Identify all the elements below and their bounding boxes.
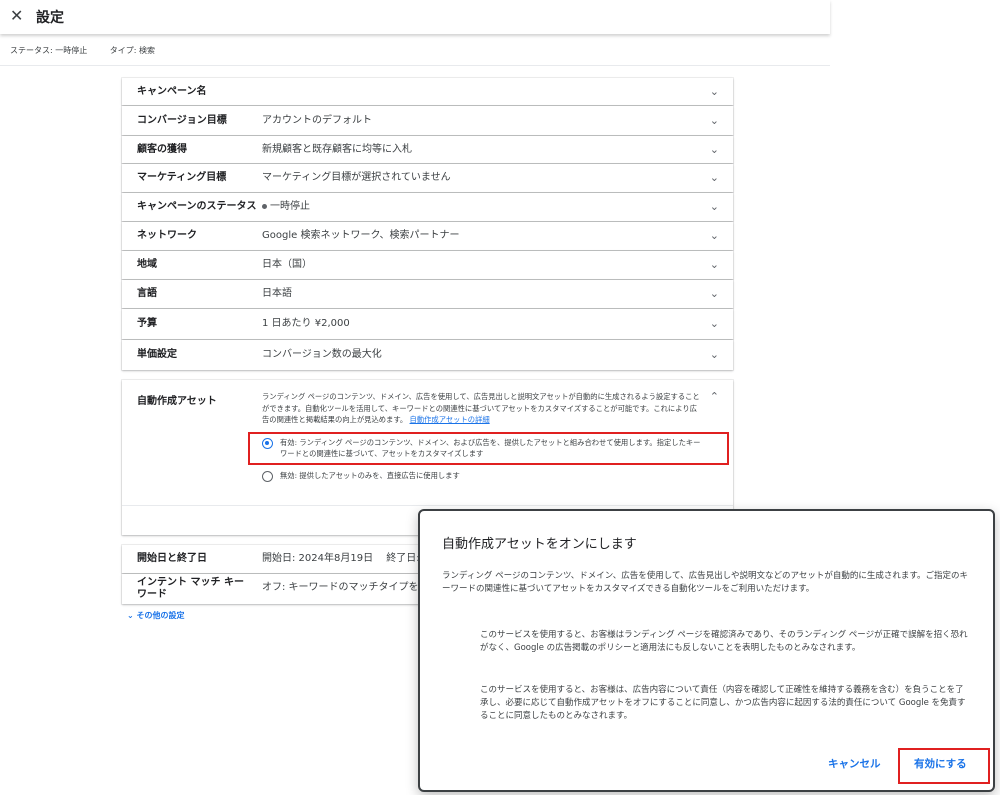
setting-value: 1 日あたり ¥2,000 <box>262 318 350 329</box>
setting-label: 予算 <box>137 318 157 329</box>
chevron-up-icon[interactable]: ⌃ <box>710 390 719 403</box>
paused-status-icon <box>262 203 267 209</box>
setting-row-marketing-goal[interactable]: マーケティング目標 マーケティング目標が選択されていません ⌄ <box>122 164 733 192</box>
status-value-text: 一時停止 <box>270 201 310 212</box>
close-icon[interactable]: ✕ <box>10 6 23 25</box>
chevron-down-icon[interactable]: ⌄ <box>710 106 719 135</box>
divider <box>122 505 733 506</box>
chevron-down-icon[interactable]: ⌄ <box>710 309 719 339</box>
chevron-down-icon[interactable]: ⌄ <box>710 193 719 221</box>
setting-label: コンバージョン目標 <box>137 115 227 126</box>
setting-label: 言語 <box>137 288 157 299</box>
more-settings-label: その他の設定 <box>136 611 185 620</box>
top-bar: ✕ 設定 <box>0 0 830 34</box>
campaign-status: ステータス: 一時停止 <box>10 46 88 55</box>
setting-value: コンバージョン数の最大化 <box>262 349 382 360</box>
setting-row-budget[interactable]: 予算 1 日あたり ¥2,000 ⌄ <box>122 309 733 339</box>
setting-label: キャンペーンのステータス <box>137 201 257 212</box>
radio-option-disabled[interactable]: 無効: 提供したアセットのみを、直接広告に使用します <box>262 471 702 483</box>
setting-label: 地域 <box>137 259 157 270</box>
setting-value: マーケティング目標が選択されていません <box>262 172 451 183</box>
setting-label: キャンペーン名 <box>137 86 207 97</box>
enable-auto-assets-dialog: 自動作成アセットをオンにします ランディング ページのコンテンツ、ドメイン、広告… <box>418 509 995 792</box>
setting-label: 開始日と終了日 <box>137 553 207 564</box>
setting-label: インテント マッチ キーワード <box>137 577 244 600</box>
chevron-down-icon[interactable]: ⌄ <box>710 251 719 279</box>
chevron-down-icon[interactable]: ⌄ <box>710 164 719 192</box>
dialog-description: ランディング ページのコンテンツ、ドメイン、広告を使用して、広告見出しや説明文な… <box>442 571 968 594</box>
setting-row-customer-acquisition[interactable]: 顧客の獲得 新規顧客と既存顧客に均等に入札 ⌄ <box>122 136 733 163</box>
radio-label: 無効: 提供したアセットのみを、直接広告に使用します <box>280 471 460 480</box>
setting-value: オフ: キーワードのマッチタイプを使 <box>262 582 429 593</box>
divider <box>0 65 830 66</box>
setting-label: ネットワーク <box>137 230 197 241</box>
setting-value: Google 検索ネットワーク、検索パートナー <box>262 230 460 241</box>
highlight-box <box>898 748 990 784</box>
setting-row-language[interactable]: 言語 日本語 ⌄ <box>122 280 733 308</box>
chevron-down-icon[interactable]: ⌄ <box>710 280 719 308</box>
setting-value: 開始日: 2024年8月19日 終了日: <box>262 553 420 564</box>
setting-label: 単価設定 <box>137 349 177 360</box>
setting-label: マーケティング目標 <box>137 172 227 183</box>
chevron-down-icon[interactable]: ⌄ <box>710 136 719 163</box>
setting-value: 日本語 <box>262 288 292 299</box>
chevron-down-icon: ⌄ <box>127 611 134 620</box>
chevron-down-icon[interactable]: ⌄ <box>710 78 719 105</box>
dialog-terms-1: このサービスを使用すると、お客様はランディング ページを確認済みであり、そのラン… <box>480 630 968 653</box>
dialog-terms-2: このサービスを使用すると、お客様は、広告内容について責任（内容を確認して正確性を… <box>480 685 966 721</box>
setting-label: 自動作成アセット <box>137 396 217 407</box>
setting-value: アカウントのデフォルト <box>262 115 372 126</box>
cancel-button[interactable]: キャンセル <box>828 756 881 771</box>
setting-value: 日本（国） <box>262 259 312 270</box>
radio-unselected-icon[interactable] <box>262 471 273 482</box>
chevron-down-icon[interactable]: ⌄ <box>710 340 719 370</box>
setting-label: 顧客の獲得 <box>137 144 187 155</box>
learn-more-link[interactable]: 自動作成アセットの詳細 <box>410 415 490 424</box>
campaign-type: タイプ: 検索 <box>109 46 156 55</box>
more-settings-link[interactable]: ⌄ その他の設定 <box>127 610 185 621</box>
chevron-down-icon[interactable]: ⌄ <box>710 222 719 250</box>
setting-row-conversion-goals[interactable]: コンバージョン目標 アカウントのデフォルト ⌄ <box>122 106 733 135</box>
setting-row-bidding[interactable]: 単価設定 コンバージョン数の最大化 ⌄ <box>122 340 733 370</box>
status-bar: ステータス: 一時停止 タイプ: 検索 <box>10 45 175 56</box>
setting-value: 新規顧客と既存顧客に均等に入札 <box>262 144 412 155</box>
page-title: 設定 <box>36 10 64 26</box>
auto-assets-description: ランディング ページのコンテンツ、ドメイン、広告を使用して、広告見出しと説明文ア… <box>262 391 702 426</box>
setting-row-location[interactable]: 地域 日本（国） ⌄ <box>122 251 733 279</box>
setting-value: 一時停止 <box>262 193 310 221</box>
setting-row-campaign-status[interactable]: キャンペーンのステータス 一時停止 ⌄ <box>122 193 733 221</box>
dialog-title: 自動作成アセットをオンにします <box>442 537 637 552</box>
highlight-box <box>248 432 729 465</box>
setting-row-network[interactable]: ネットワーク Google 検索ネットワーク、検索パートナー ⌄ <box>122 222 733 250</box>
setting-row-campaign-name[interactable]: キャンペーン名 ⌄ <box>122 78 733 105</box>
